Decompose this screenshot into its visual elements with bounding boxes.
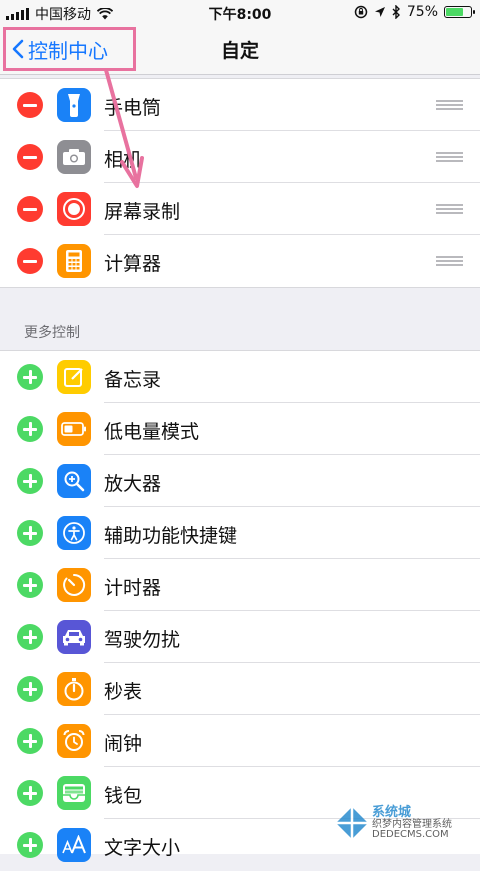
battery-percent: 75% — [406, 4, 438, 20]
control-row-wallet: 钱包 — [0, 767, 480, 819]
location-icon — [374, 7, 385, 17]
control-label: 计时器 — [104, 577, 162, 599]
wallet-icon — [57, 776, 91, 810]
add-button[interactable] — [17, 780, 43, 806]
control-label: 计算器 — [104, 253, 162, 275]
reorder-handle[interactable] — [436, 100, 463, 110]
rotation-lock-icon — [354, 5, 368, 19]
status-bar: 中国移动 下午8:00 75% — [0, 0, 480, 26]
car-icon — [57, 620, 91, 654]
more-controls-list: 备忘录 低电量模式 放大器 辅助功能快捷键 计时器 驾驶勿扰 秒表 闹钟 钱包 … — [0, 350, 480, 862]
control-label: 屏幕录制 — [104, 201, 181, 223]
low-power-icon — [57, 412, 91, 446]
control-label: 手电筒 — [104, 97, 162, 119]
control-label: 备忘录 — [104, 369, 162, 391]
control-row-alarm: 闹钟 — [0, 715, 480, 767]
control-row-notes: 备忘录 — [0, 351, 480, 403]
control-label: 闹钟 — [104, 733, 143, 755]
add-button[interactable] — [17, 832, 43, 858]
camera-icon — [57, 140, 91, 174]
add-button[interactable] — [17, 520, 43, 546]
control-row-accessibility: 辅助功能快捷键 — [0, 507, 480, 559]
add-button[interactable] — [17, 728, 43, 754]
remove-button[interactable] — [17, 92, 43, 118]
control-label: 辅助功能快捷键 — [104, 525, 238, 547]
alarm-icon — [57, 724, 91, 758]
navigation-bar: 控制中心 自定 — [0, 26, 480, 75]
battery-icon — [444, 6, 475, 18]
add-button[interactable] — [17, 416, 43, 442]
add-button[interactable] — [17, 624, 43, 650]
reorder-handle[interactable] — [436, 204, 463, 214]
section-header-more-controls: 更多控制 — [24, 325, 80, 341]
control-label: 秒表 — [104, 681, 143, 703]
control-label: 相机 — [104, 149, 143, 171]
add-button[interactable] — [17, 676, 43, 702]
add-button[interactable] — [17, 572, 43, 598]
control-row-text-size: 文字大小 — [0, 819, 480, 871]
control-label: 钱包 — [104, 785, 143, 807]
bluetooth-icon — [392, 5, 400, 19]
included-controls-list: 手电筒 相机 屏幕录制 计算器 — [0, 78, 480, 288]
notes-icon — [57, 360, 91, 394]
add-button[interactable] — [17, 364, 43, 390]
add-button[interactable] — [17, 468, 43, 494]
control-row-flashlight: 手电筒 — [0, 79, 480, 131]
control-label: 驾驶勿扰 — [104, 629, 181, 651]
calculator-icon — [57, 244, 91, 278]
control-row-low-power: 低电量模式 — [0, 403, 480, 455]
timer-icon — [57, 568, 91, 602]
control-label: 低电量模式 — [104, 421, 200, 443]
magnifier-icon — [57, 464, 91, 498]
screen-record-icon — [57, 192, 91, 226]
control-row-timer: 计时器 — [0, 559, 480, 611]
stopwatch-icon — [57, 672, 91, 706]
control-row-screen-recording: 屏幕录制 — [0, 183, 480, 235]
flashlight-icon — [57, 88, 91, 122]
remove-button[interactable] — [17, 144, 43, 170]
accessibility-icon — [57, 516, 91, 550]
status-right: 75% — [354, 4, 475, 20]
control-row-magnifier: 放大器 — [0, 455, 480, 507]
control-row-camera: 相机 — [0, 131, 480, 183]
control-row-stopwatch: 秒表 — [0, 663, 480, 715]
remove-button[interactable] — [17, 248, 43, 274]
reorder-handle[interactable] — [436, 152, 463, 162]
control-label: 放大器 — [104, 473, 162, 495]
control-label: 文字大小 — [104, 837, 181, 859]
control-row-do-not-disturb-driving: 驾驶勿扰 — [0, 611, 480, 663]
battery-fill — [446, 8, 463, 16]
control-row-calculator: 计算器 — [0, 235, 480, 287]
page-title: 自定 — [220, 40, 259, 62]
reorder-handle[interactable] — [436, 256, 463, 266]
remove-button[interactable] — [17, 196, 43, 222]
text-size-icon — [57, 828, 91, 862]
